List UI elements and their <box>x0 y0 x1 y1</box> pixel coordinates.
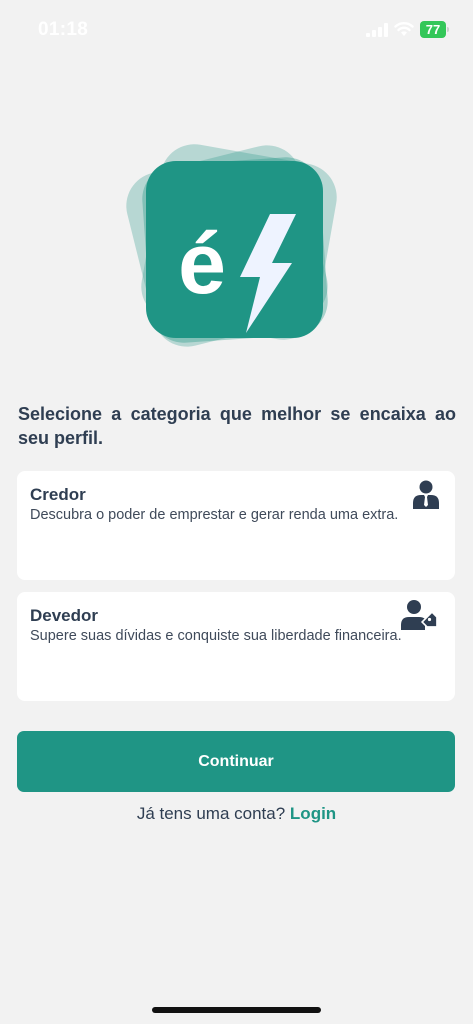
status-bar: 01:18 77 <box>0 0 473 60</box>
option-description: Supere suas dívidas e conquiste sua libe… <box>30 628 402 644</box>
continue-button[interactable]: Continuar <box>17 731 455 792</box>
category-prompt: Selecione a categoria que melhor se enca… <box>18 404 456 448</box>
signal-icon <box>366 23 388 37</box>
login-row: Já tens uma conta? Login <box>0 804 473 824</box>
user-tag-icon <box>401 600 438 630</box>
home-indicator[interactable] <box>152 1007 321 1013</box>
option-description: Descubra o poder de emprestar e gerar re… <box>30 507 399 523</box>
battery-icon: 77 <box>420 21 449 38</box>
login-prompt: Já tens uma conta? <box>136 804 286 823</box>
option-title: Devedor <box>30 606 99 625</box>
businessman-icon <box>413 480 439 509</box>
option-credor-card[interactable]: Credor Descubra o poder de emprestar e g… <box>17 471 455 580</box>
battery-level: 77 <box>425 22 441 37</box>
logo-letter: é <box>178 216 226 312</box>
login-link[interactable]: Login <box>290 804 336 823</box>
status-time: 01:18 <box>38 19 89 40</box>
app-logo: é <box>120 135 355 365</box>
wifi-icon <box>394 22 414 36</box>
option-devedor-card[interactable]: Devedor Supere suas dívidas e conquiste … <box>17 592 455 701</box>
option-title: Credor <box>30 485 86 504</box>
